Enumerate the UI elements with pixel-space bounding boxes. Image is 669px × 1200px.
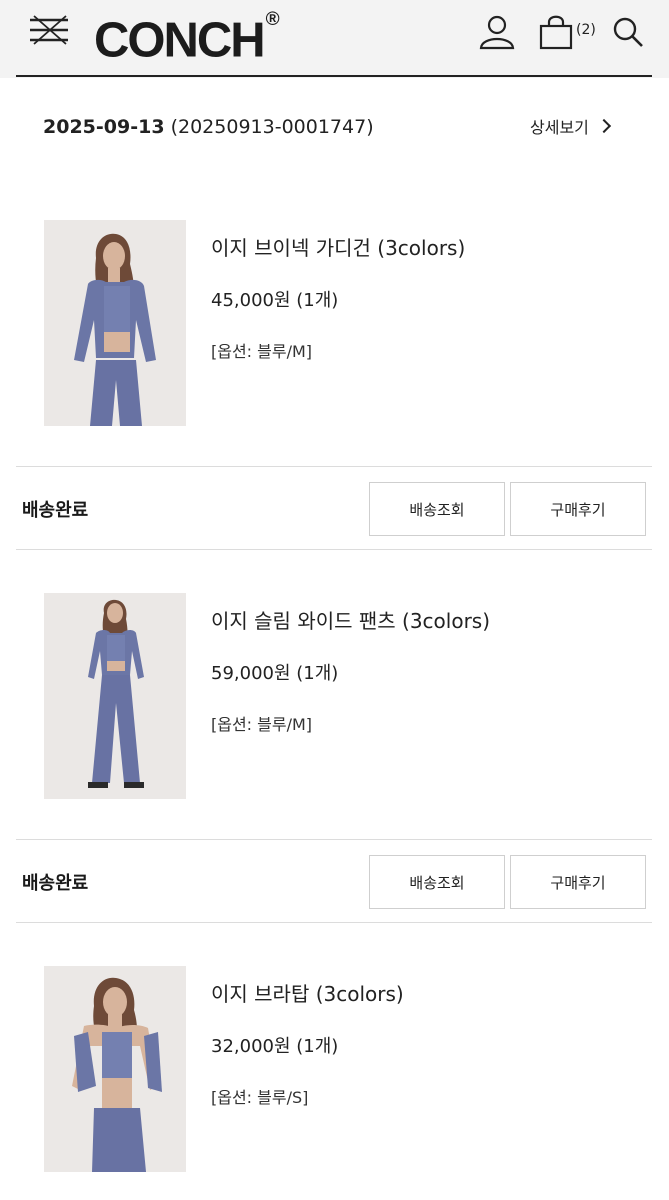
product-image[interactable] [44, 966, 186, 1172]
order-item: 이지 슬림 와이드 팬츠 (3colors) 59,000원 (1개) [옵션:… [0, 593, 669, 803]
delivery-status: 배송완료 [22, 873, 89, 894]
section-divider [16, 922, 652, 923]
product-price: 59,000원 (1개) [211, 663, 339, 684]
product-price: 45,000원 (1개) [211, 290, 339, 311]
cart-count-badge[interactable]: (2) [576, 22, 596, 38]
product-image[interactable] [44, 593, 186, 799]
track-delivery-button[interactable]: 배송조회 [369, 482, 505, 536]
section-divider [16, 839, 652, 840]
section-divider [16, 549, 652, 550]
delivery-status: 배송완료 [22, 500, 89, 521]
product-option: [옵션: 블루/M] [211, 715, 313, 734]
menu-icon[interactable] [28, 14, 72, 46]
item-status-row: 배송완료 배송조회 구매후기 [0, 482, 669, 536]
write-review-button[interactable]: 구매후기 [510, 482, 646, 536]
product-name[interactable]: 이지 브이넥 가디건 (3colors) [211, 232, 465, 261]
product-name[interactable]: 이지 브라탑 (3colors) [211, 978, 404, 1007]
order-item: 이지 브라탑 (3colors) 32,000원 (1개) [옵션: 블루/S] [0, 966, 669, 1176]
detail-link-label: 상세보기 [530, 118, 589, 137]
product-option: [옵션: 블루/M] [211, 342, 313, 361]
header-divider [16, 75, 652, 77]
shopping-bag-icon[interactable] [538, 14, 574, 50]
order-header: 2025-09-13 (20250913-0001747) [43, 116, 374, 138]
product-image[interactable] [44, 220, 186, 426]
item-status-row: 배송완료 배송조회 구매후기 [0, 855, 669, 909]
order-date: 2025-09-13 [43, 116, 165, 138]
order-detail-link[interactable]: 상세보기 [530, 114, 611, 138]
search-icon[interactable] [612, 16, 644, 48]
registered-mark: ® [265, 9, 280, 30]
brand-logo[interactable]: CONCH ® [94, 6, 280, 68]
order-item: 이지 브이넥 가디건 (3colors) 45,000원 (1개) [옵션: 블… [0, 220, 669, 430]
product-name[interactable]: 이지 슬림 와이드 팬츠 (3colors) [211, 605, 490, 634]
order-number: (20250913-0001747) [170, 116, 374, 138]
write-review-button[interactable]: 구매후기 [510, 855, 646, 909]
section-divider [16, 466, 652, 467]
track-delivery-button[interactable]: 배송조회 [369, 855, 505, 909]
chevron-right-icon [596, 118, 611, 134]
product-price: 32,000원 (1개) [211, 1036, 339, 1057]
top-header: CONCH ® (2) [0, 0, 669, 78]
product-option: [옵션: 블루/S] [211, 1088, 309, 1107]
user-icon[interactable] [478, 14, 516, 50]
logo-text: CONCH [94, 13, 266, 68]
